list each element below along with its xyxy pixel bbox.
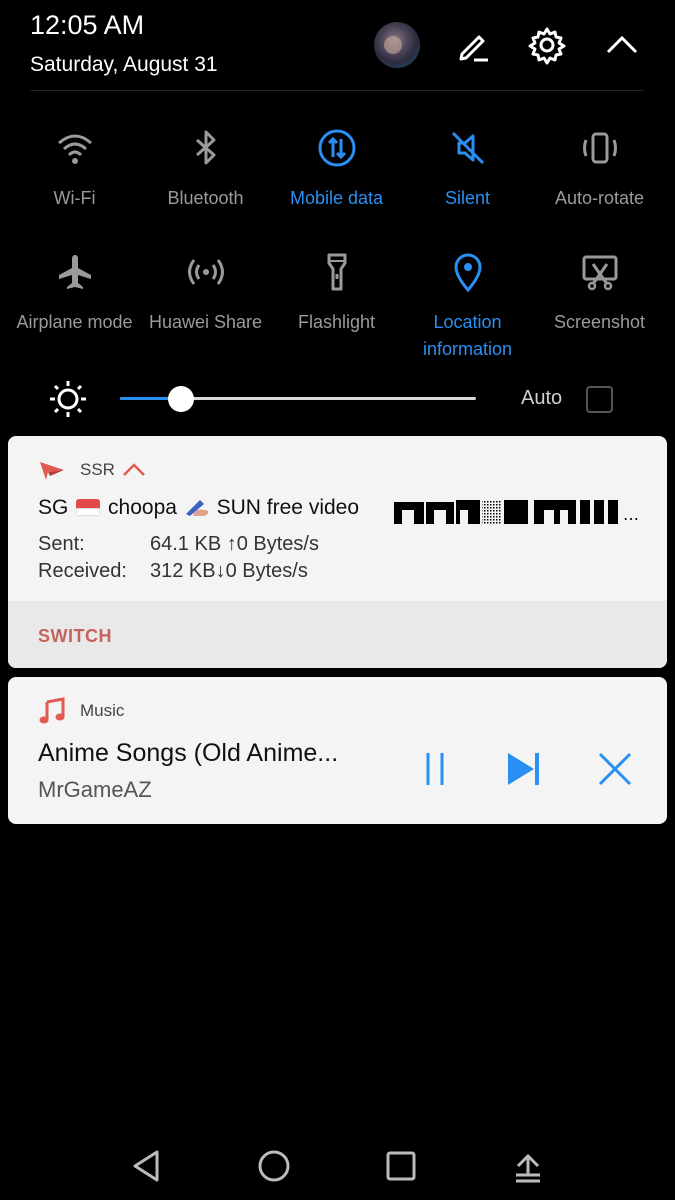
song-artist: MrGameAZ bbox=[38, 777, 152, 802]
toggle-label: Wi-Fi bbox=[53, 188, 96, 208]
ssr-server-line: SG choopa SUN free video bbox=[38, 496, 359, 520]
received-rate: ↓0 Bytes/s bbox=[215, 560, 308, 582]
music-app-header: Music bbox=[38, 697, 124, 725]
server-suffix: SUN free video bbox=[216, 496, 360, 519]
airplane-icon bbox=[58, 255, 91, 289]
brightness-icon bbox=[50, 381, 86, 417]
edit-icon[interactable] bbox=[452, 24, 494, 66]
toggle-huawei-share[interactable]: Huawei Share bbox=[140, 250, 271, 336]
screenshot-icon bbox=[582, 255, 617, 291]
toggle-label: Mobile data bbox=[289, 188, 384, 208]
toggle-flashlight[interactable]: Flashlight bbox=[271, 250, 402, 336]
silent-icon bbox=[451, 131, 484, 165]
header-divider bbox=[30, 90, 644, 91]
pause-icon[interactable] bbox=[413, 747, 457, 791]
unrendered-glyphs-icon: … bbox=[394, 500, 639, 524]
writing-hand-icon bbox=[185, 500, 208, 516]
flashlight-icon bbox=[327, 253, 346, 291]
received-row: Received: 312 KB ↓0 Bytes/s bbox=[38, 558, 319, 585]
date-label: Saturday, August 31 bbox=[30, 53, 218, 76]
song-title: Anime Songs (Old Anime... bbox=[38, 739, 339, 767]
settings-icon[interactable] bbox=[526, 24, 568, 66]
toggle-label: Flashlight bbox=[297, 312, 376, 332]
toggle-label: Silent bbox=[444, 188, 491, 208]
auto-brightness-label: Auto bbox=[521, 387, 563, 409]
toggle-wifi[interactable]: Wi-Fi bbox=[9, 126, 140, 212]
toggle-label: Bluetooth bbox=[167, 188, 244, 208]
sent-rate: ↑0 Bytes/s bbox=[226, 533, 319, 555]
music-note-icon bbox=[39, 697, 65, 724]
server-name: choopa bbox=[108, 496, 177, 519]
ssr-stats: Sent: 64.1 KB ↑0 Bytes/s Received: 312 K… bbox=[38, 531, 319, 585]
toggle-silent[interactable]: Silent bbox=[402, 126, 533, 212]
music-notification[interactable]: Music Anime Songs (Old Anime... MrGameAZ bbox=[8, 677, 667, 824]
ssr-app-name: SSR bbox=[80, 460, 115, 479]
ssr-notification[interactable]: SSR SG choopa SUN free video … Sent: 64.… bbox=[8, 436, 667, 668]
toggle-label: Auto-rotate bbox=[554, 188, 645, 208]
auto-brightness-checkbox[interactable] bbox=[586, 386, 613, 413]
music-app-name: Music bbox=[80, 701, 125, 720]
server-prefix: SG bbox=[38, 496, 69, 519]
switch-button[interactable]: SWITCH bbox=[38, 626, 112, 647]
received-value: 312 KB bbox=[150, 560, 216, 582]
recents-icon[interactable] bbox=[381, 1146, 421, 1186]
singapore-flag-icon bbox=[76, 499, 101, 516]
location-icon bbox=[453, 253, 482, 293]
toggle-label: Screenshot bbox=[553, 312, 646, 332]
toggle-screenshot[interactable]: Screenshot bbox=[534, 250, 665, 336]
home-icon[interactable] bbox=[254, 1146, 294, 1186]
ssr-app-header: SSR bbox=[38, 456, 147, 484]
toggle-airplane-mode[interactable]: Airplane mode bbox=[9, 250, 140, 336]
received-label: Received: bbox=[38, 560, 127, 582]
collapse-chevron-icon[interactable] bbox=[121, 461, 147, 479]
clock-time: 12:05 AM bbox=[30, 10, 145, 40]
wifi-icon bbox=[57, 134, 92, 164]
sent-value: 64.1 KB bbox=[150, 533, 222, 555]
back-icon[interactable] bbox=[127, 1146, 167, 1186]
toggle-bluetooth[interactable]: Bluetooth bbox=[140, 126, 271, 212]
navigation-bar bbox=[0, 1130, 675, 1200]
close-icon[interactable] bbox=[593, 747, 637, 791]
notification-shade-icon[interactable] bbox=[508, 1146, 548, 1186]
huawei-share-icon bbox=[187, 259, 224, 285]
sent-label: Sent: bbox=[38, 533, 85, 555]
svg-text:…: … bbox=[623, 505, 639, 524]
toggle-label: Huawei Share bbox=[148, 312, 263, 332]
toggle-auto-rotate[interactable]: Auto-rotate bbox=[534, 126, 665, 212]
toggle-label: Airplane mode bbox=[16, 312, 133, 332]
avatar[interactable] bbox=[374, 22, 420, 68]
chevron-up-icon[interactable] bbox=[601, 24, 643, 66]
auto-rotate-icon bbox=[582, 132, 617, 164]
mobile-data-icon bbox=[318, 129, 355, 167]
toggle-mobile-data[interactable]: Mobile data bbox=[271, 126, 402, 212]
paper-plane-icon bbox=[40, 462, 64, 480]
next-icon[interactable] bbox=[502, 747, 546, 791]
toggle-label: Location information bbox=[422, 312, 513, 359]
brightness-thumb[interactable] bbox=[167, 386, 194, 412]
status-header: 12:05 AM Saturday, August 31 bbox=[0, 0, 675, 92]
sent-row: Sent: 64.1 KB ↑0 Bytes/s bbox=[38, 531, 319, 558]
bluetooth-icon bbox=[195, 130, 215, 165]
toggle-location[interactable]: Location information bbox=[402, 250, 533, 363]
